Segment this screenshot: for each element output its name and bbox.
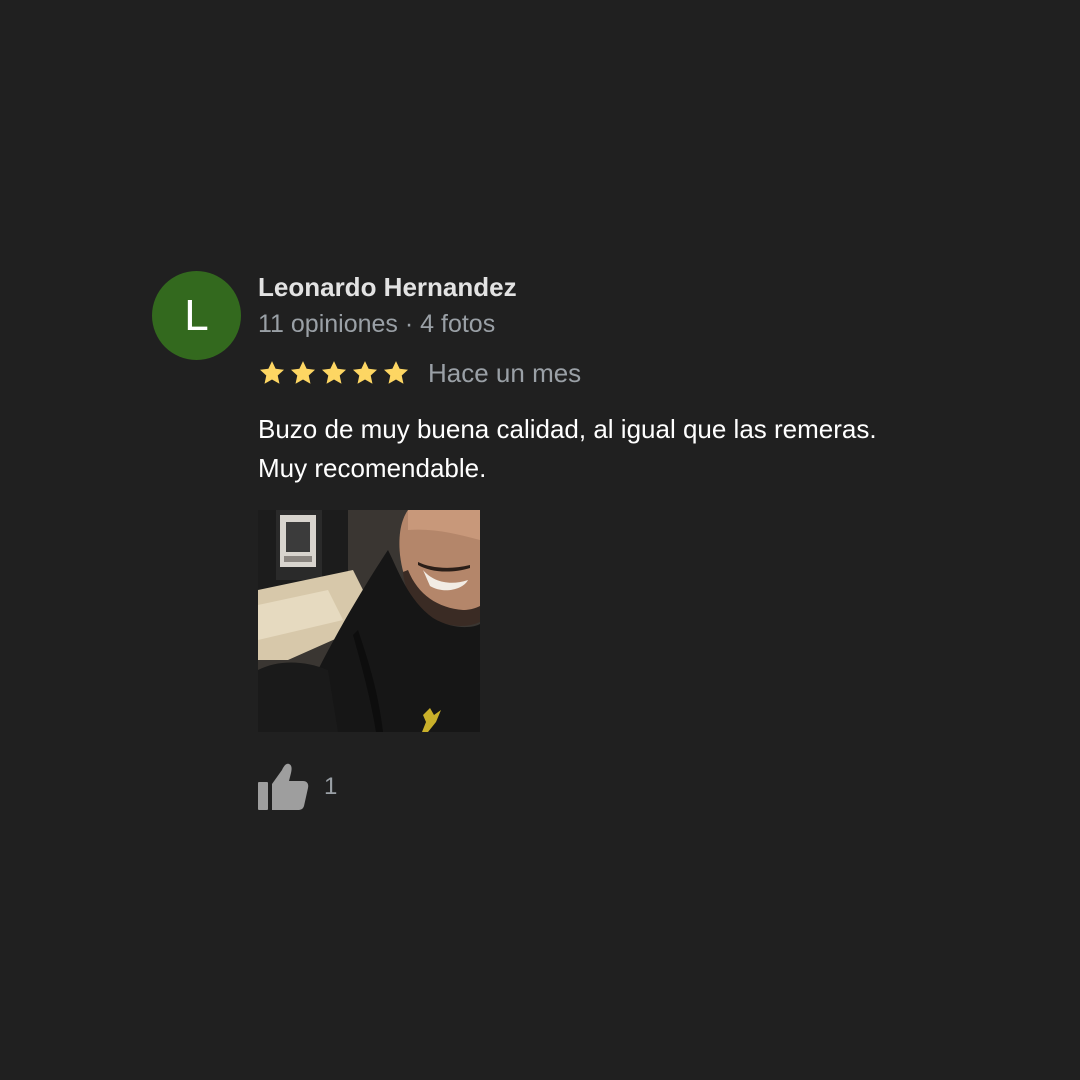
star-icon	[290, 361, 316, 384]
star-rating	[258, 359, 410, 387]
review-text: Buzo de muy buena calidad, al igual que …	[258, 410, 978, 488]
review-content: Leonardo Hernandez 11 opiniones · 4 foto…	[258, 270, 1018, 812]
author-name[interactable]: Leonardo Hernandez	[258, 270, 1018, 304]
review-time: Hace un mes	[428, 358, 582, 388]
star-icon	[352, 361, 378, 384]
avatar[interactable]: L	[152, 271, 241, 360]
rating-row: Hace un mes	[258, 356, 1018, 390]
author-meta: 11 opiniones · 4 fotos	[258, 310, 496, 338]
review-photo[interactable]	[258, 510, 480, 732]
review-card: L Leonardo Hernandez 11 opiniones · 4 fo…	[0, 0, 1080, 1080]
review-text-line: Muy recomendable.	[258, 453, 487, 483]
thumbs-up-icon[interactable]	[258, 762, 310, 812]
star-icon	[321, 361, 347, 384]
star-icon	[259, 361, 285, 384]
like-row: 1	[258, 762, 1018, 812]
star-icon	[383, 361, 409, 384]
review-text-line: Buzo de muy buena calidad, al igual que …	[258, 414, 877, 444]
like-count: 1	[324, 773, 338, 800]
avatar-letter: L	[184, 290, 209, 340]
